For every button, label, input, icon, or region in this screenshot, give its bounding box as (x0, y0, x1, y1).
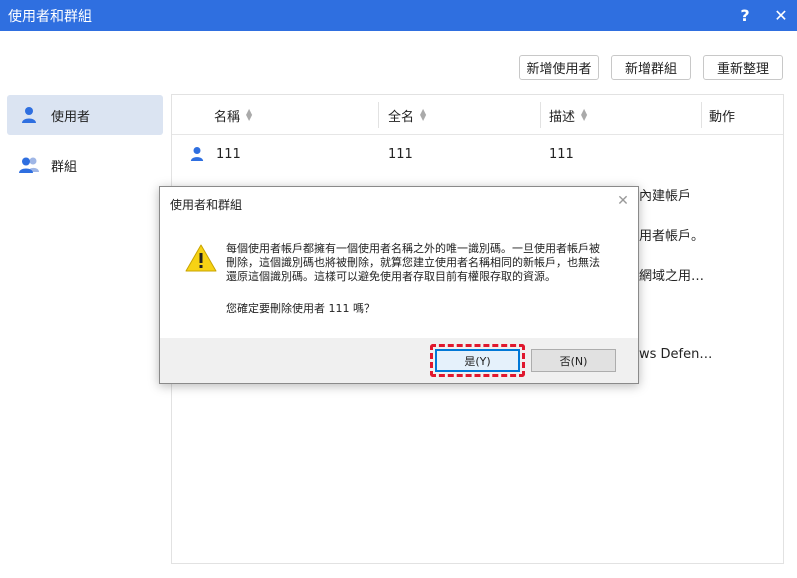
dialog-message: 每個使用者帳戶都擁有一個使用者名稱之外的唯一識別碼。一旦使用者帳戶被刪除，這個識… (226, 242, 600, 283)
no-button[interactable]: 否(N) (531, 349, 616, 372)
sort-icon: ▲ ▼ (420, 107, 427, 122)
close-icon: ✕ (774, 6, 788, 25)
refresh-button[interactable]: 重新整理 (703, 55, 783, 80)
add-user-button[interactable]: 新增使用者 (519, 55, 599, 80)
title-bar: 使用者和群組 ? ✕ (0, 0, 797, 31)
close-icon: ✕ (617, 193, 629, 209)
warning-icon (185, 243, 217, 277)
help-icon: ? (740, 6, 750, 25)
column-divider[interactable] (701, 102, 702, 128)
cell-name: 111 (216, 146, 241, 162)
sort-icon: ▲ ▼ (581, 107, 588, 122)
column-header-description[interactable]: 描述 ▲ ▼ (549, 95, 587, 135)
delete-confirm-dialog: 使用者和群組 ✕ 每個使用者帳戶都擁有一個使用者名稱之外的唯一識別碼。一旦使用者… (159, 186, 639, 384)
dialog-close-button[interactable]: ✕ (615, 193, 631, 209)
column-divider[interactable] (378, 102, 379, 128)
cell-fullname: 111 (388, 146, 413, 162)
column-header-name[interactable]: 名稱 ▲ ▼ (214, 95, 252, 135)
sidebar-item-label: 使用者 (51, 109, 91, 125)
group-icon (7, 156, 51, 174)
help-button[interactable]: ? (730, 0, 760, 31)
sidebar-item-groups[interactable]: 群組 (7, 145, 163, 185)
dialog-title: 使用者和群組 (170, 198, 243, 212)
column-header-fullname[interactable]: 全名 ▲ ▼ (388, 95, 426, 135)
table-row[interactable]: 111 111 111 (172, 134, 783, 174)
sidebar-item-label: 群組 (51, 159, 78, 175)
user-icon (190, 134, 204, 174)
add-group-button[interactable]: 新增群組 (611, 55, 691, 80)
dialog-question: 您確定要刪除使用者 111 嗎？ (226, 302, 375, 315)
column-divider[interactable] (540, 102, 541, 128)
sort-icon: ▲ ▼ (246, 107, 253, 122)
table-header: 名稱 ▲ ▼ 全名 ▲ ▼ 描述 ▲ ▼ 動作 (172, 95, 783, 135)
cell-description: 用者帳戶。 (639, 228, 705, 244)
cell-description: ws Defen… (639, 346, 713, 362)
cell-description: 內建帳戶 (639, 188, 692, 204)
column-header-actions: 動作 (709, 109, 736, 125)
cell-description: 網域之用… (639, 268, 705, 284)
close-button[interactable]: ✕ (766, 0, 796, 31)
yes-button[interactable]: 是(Y) (435, 349, 520, 372)
user-icon (7, 106, 51, 124)
sidebar-item-users[interactable]: 使用者 (7, 95, 163, 135)
window-title: 使用者和群組 (8, 8, 92, 25)
cell-description: 111 (549, 146, 574, 162)
